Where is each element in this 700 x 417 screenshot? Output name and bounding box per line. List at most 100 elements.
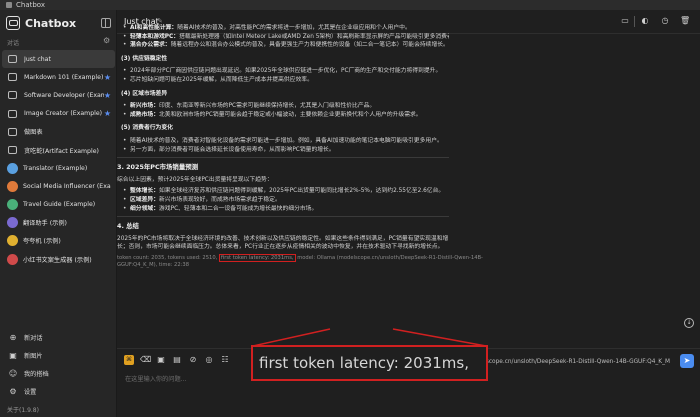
- clear-context-icon[interactable]: ⌫: [140, 355, 151, 365]
- sidebar-chat-label: 翻译助手 (示例): [23, 220, 67, 228]
- app-icon: [6, 2, 12, 8]
- sidebar-action-label: 我的搭档: [24, 370, 49, 378]
- bullet-item: 另一方面，部分消费者可能会选择延长设备使用寿命，从而影响PC销量的增长。: [117, 146, 449, 155]
- message-meta: token count: 2035, tokens used: 2510, fi…: [117, 253, 483, 269]
- bullet-item: 区域差异：新兴市场表现较好，而成熟市场需求趋于稳定。: [117, 196, 449, 205]
- section-heading: (4) 区域市场差异: [121, 90, 168, 97]
- window-title: Chatbox: [16, 1, 46, 9]
- brand: Chatbox: [6, 16, 76, 30]
- avatar-icon: ●: [7, 253, 18, 265]
- sidebar-chat-item[interactable]: Markdown 101 (Example) ★: [2, 68, 115, 86]
- send-button[interactable]: ➤: [680, 354, 694, 368]
- bullet-item: 细分领域：游戏PC、轻薄本和二合一设备可能成为增长最快的细分市场。: [117, 205, 449, 214]
- sidebar-chat-item[interactable]: Software Developer (Example)★: [2, 86, 115, 104]
- image-upload-icon[interactable]: ▣: [156, 355, 166, 365]
- bullet-bold: 成熟市场：: [130, 111, 159, 118]
- bullet-text: 北美和欧洲市场的PC销量可能会趋于稳定或小幅波动，主要依赖企业更新换代和个人用户…: [159, 111, 422, 118]
- attach-model-icon[interactable]: ⌘: [124, 355, 134, 365]
- scroll-down-icon[interactable]: ↓: [684, 318, 694, 328]
- sidebar-chat-item[interactable]: ● 夸夸机 (示例): [2, 232, 115, 250]
- section-label: 对话: [7, 40, 20, 47]
- delete-icon[interactable]: 🗑: [680, 16, 690, 25]
- section-heading: (3) 供应链稳定性: [121, 55, 168, 62]
- avatar-icon: ●: [7, 162, 18, 174]
- sidebar-action[interactable]: ☺ 我的搭档: [2, 364, 115, 382]
- bullet-bold: 混合办公需求：: [130, 42, 171, 49]
- bullet-item: 整体增长：如果全球经济复苏和供应链问题得到缓解，2025年PC出货量可能同比增长…: [117, 187, 449, 196]
- sidebar-chat-label: Software Developer (Example): [24, 91, 104, 99]
- sidebar-chat-item[interactable]: ● Social Media Influencer (Example): [2, 177, 115, 195]
- sidebar-chat-label: Travel Guide (Example): [23, 201, 96, 209]
- history-icon[interactable]: ◷: [660, 16, 670, 25]
- bullet-bold: 区域差异：: [130, 196, 159, 203]
- tune-icon[interactable]: ☷: [220, 355, 230, 365]
- message-input[interactable]: 在这里输入你的问题...: [125, 374, 187, 383]
- bullet-bold: AI和高性能计算：: [130, 25, 178, 31]
- link-icon[interactable]: ⊘: [188, 355, 198, 365]
- supply-chain-list: 2024年部分PC厂商因供应链问题出现延迟。如果2025年全球供应链进一步优化，…: [117, 67, 449, 84]
- meta-prefix: token count: 2035, tokens used: 2510,: [117, 254, 219, 261]
- meta-model: model: Ollama (modelscope.cn/unsloth/Dee…: [295, 254, 483, 261]
- sidebar-chat-item[interactable]: Just chat: [2, 50, 115, 69]
- avatar-icon: ●: [7, 217, 18, 229]
- avatar-icon: ●: [7, 235, 18, 247]
- sidebar-chat-item[interactable]: ● 翻译助手 (示例): [2, 214, 115, 232]
- file-upload-icon[interactable]: ▤: [172, 355, 182, 365]
- section-heading: (5) 消费者行为变化: [121, 125, 173, 132]
- window-titlebar: Chatbox: [0, 0, 700, 10]
- sidebar-chat-item[interactable]: ● 小红书文案生成器 (示例): [2, 250, 115, 268]
- bullet-item: 随着AI技术的普及，消费者对智能化设备的需求可能进一步增加。例如，具备AI加速功…: [117, 137, 449, 146]
- avatar-icon: ●: [7, 180, 18, 192]
- web-search-icon[interactable]: ◎: [204, 355, 214, 365]
- chat-bubble-icon: [8, 146, 17, 155]
- sidebar-chat-label: Translator (Example): [23, 164, 88, 172]
- star-icon[interactable]: ★: [104, 91, 111, 100]
- section-heading: 3. 2025年PC市场销量预测: [117, 163, 198, 172]
- avatar-icon: ●: [7, 199, 18, 211]
- sidebar: Chatbox 对话 ⚙ Just chat Markdown 101 (Exam…: [0, 10, 117, 417]
- bullet-bold: 细分领域：: [130, 205, 159, 212]
- sidebar-chat-item[interactable]: 做图表: [2, 123, 115, 141]
- chat-bubble-icon: [8, 55, 17, 64]
- sidebar-action[interactable]: ⊕ 新对话: [2, 328, 115, 346]
- input-toolbar: ⌘ ⌫ ▣ ▤ ⊘ ◎ ☷: [124, 355, 230, 365]
- forecast-list: 整体增长：如果全球经济复苏和供应链问题得到缓解，2025年PC出货量可能同比增长…: [117, 187, 449, 213]
- sidebar-chat-label: Social Media Influencer (Example): [23, 182, 111, 190]
- sidebar-chat-label: Just chat: [24, 55, 51, 63]
- header-actions: ▭ ◐ ◷ 🗑: [620, 16, 690, 25]
- summary-line: 长；否则，市场可能会继续面临压力。总体来看，PC行业正在逐步从疫情相关的波动中恢…: [117, 244, 444, 251]
- sidebar-chat-label: Markdown 101 (Example): [24, 73, 104, 81]
- sidebar-chat-item[interactable]: 贪吃蛇(Artifact Example): [2, 141, 115, 159]
- star-icon[interactable]: ★: [104, 73, 111, 82]
- forecast-intro: 综合以上因素，预计2025年全球PC出货量将呈现以下趋势：: [117, 176, 273, 183]
- bullet-item: 轻薄本和游戏PC：搭载最新处理器（如Intel Meteor Lake或AMD …: [117, 33, 449, 42]
- model-selector[interactable]: modelscope.cn/unsloth/DeepSeek-R1-Distil…: [468, 359, 670, 365]
- sidebar-actions: ⊕ 新对话 ▣ 新图片 ☺ 我的搭档 ⚙ 设置: [2, 328, 115, 400]
- sidebar-chat-item[interactable]: ● Translator (Example): [2, 159, 115, 177]
- bullet-text: 随着AI技术的普及，对高性能PC的需求将进一步增加，尤其是在企业级应用和个人用户…: [177, 25, 411, 31]
- sidebar-chat-label: Image Creator (Example): [24, 110, 103, 118]
- plus-icon: ⊕: [9, 332, 17, 342]
- sidebar-chat-label: 小红书文案生成器 (示例): [23, 256, 92, 264]
- sidebar-chat-item[interactable]: ● Travel Guide (Example): [2, 196, 115, 214]
- image-icon: ▣: [9, 350, 17, 360]
- display-toggle-icon[interactable]: ◐: [640, 16, 650, 25]
- sidebar-action[interactable]: ▣ 新图片: [2, 346, 115, 364]
- star-icon[interactable]: ★: [104, 109, 111, 118]
- chat-bubble-icon: [8, 109, 17, 118]
- message-content: AI和高性能计算：随着AI技术的普及，对高性能PC的需求将进一步增加，尤其是在企…: [117, 24, 483, 269]
- sidebar-action-label: 设置: [24, 388, 37, 396]
- bullet-bold: 新兴市场：: [130, 103, 159, 110]
- summary-text: 2025年的PC市场将取决于全球经济环境的改善、技术创新以及供应链的稳定性。如果…: [117, 235, 449, 252]
- toolbox-icon[interactable]: ▭: [620, 16, 630, 25]
- collapse-sidebar-icon[interactable]: [101, 18, 111, 28]
- version-label[interactable]: 关于(1.9.8): [7, 405, 39, 414]
- chat-list: Just chat Markdown 101 (Example) ★ Software…: [2, 50, 115, 268]
- summary-line: 2025年的PC市场将取决于全球经济环境的改善、技术创新以及供应链的稳定性。如果…: [117, 235, 449, 242]
- sidebar-action[interactable]: ⚙ 设置: [2, 382, 115, 400]
- consumer-list: 随着AI技术的普及，消费者对智能化设备的需求可能进一步增加。例如，具备AI加速功…: [117, 137, 449, 154]
- sidebar-chat-item[interactable]: Image Creator (Example) ★: [2, 105, 115, 123]
- bullet-item: 2024年部分PC厂商因供应链问题出现延迟。如果2025年全球供应链进一步优化，…: [117, 67, 449, 76]
- session-settings-icon[interactable]: ⚙: [103, 37, 110, 45]
- brand-name: Chatbox: [25, 16, 77, 30]
